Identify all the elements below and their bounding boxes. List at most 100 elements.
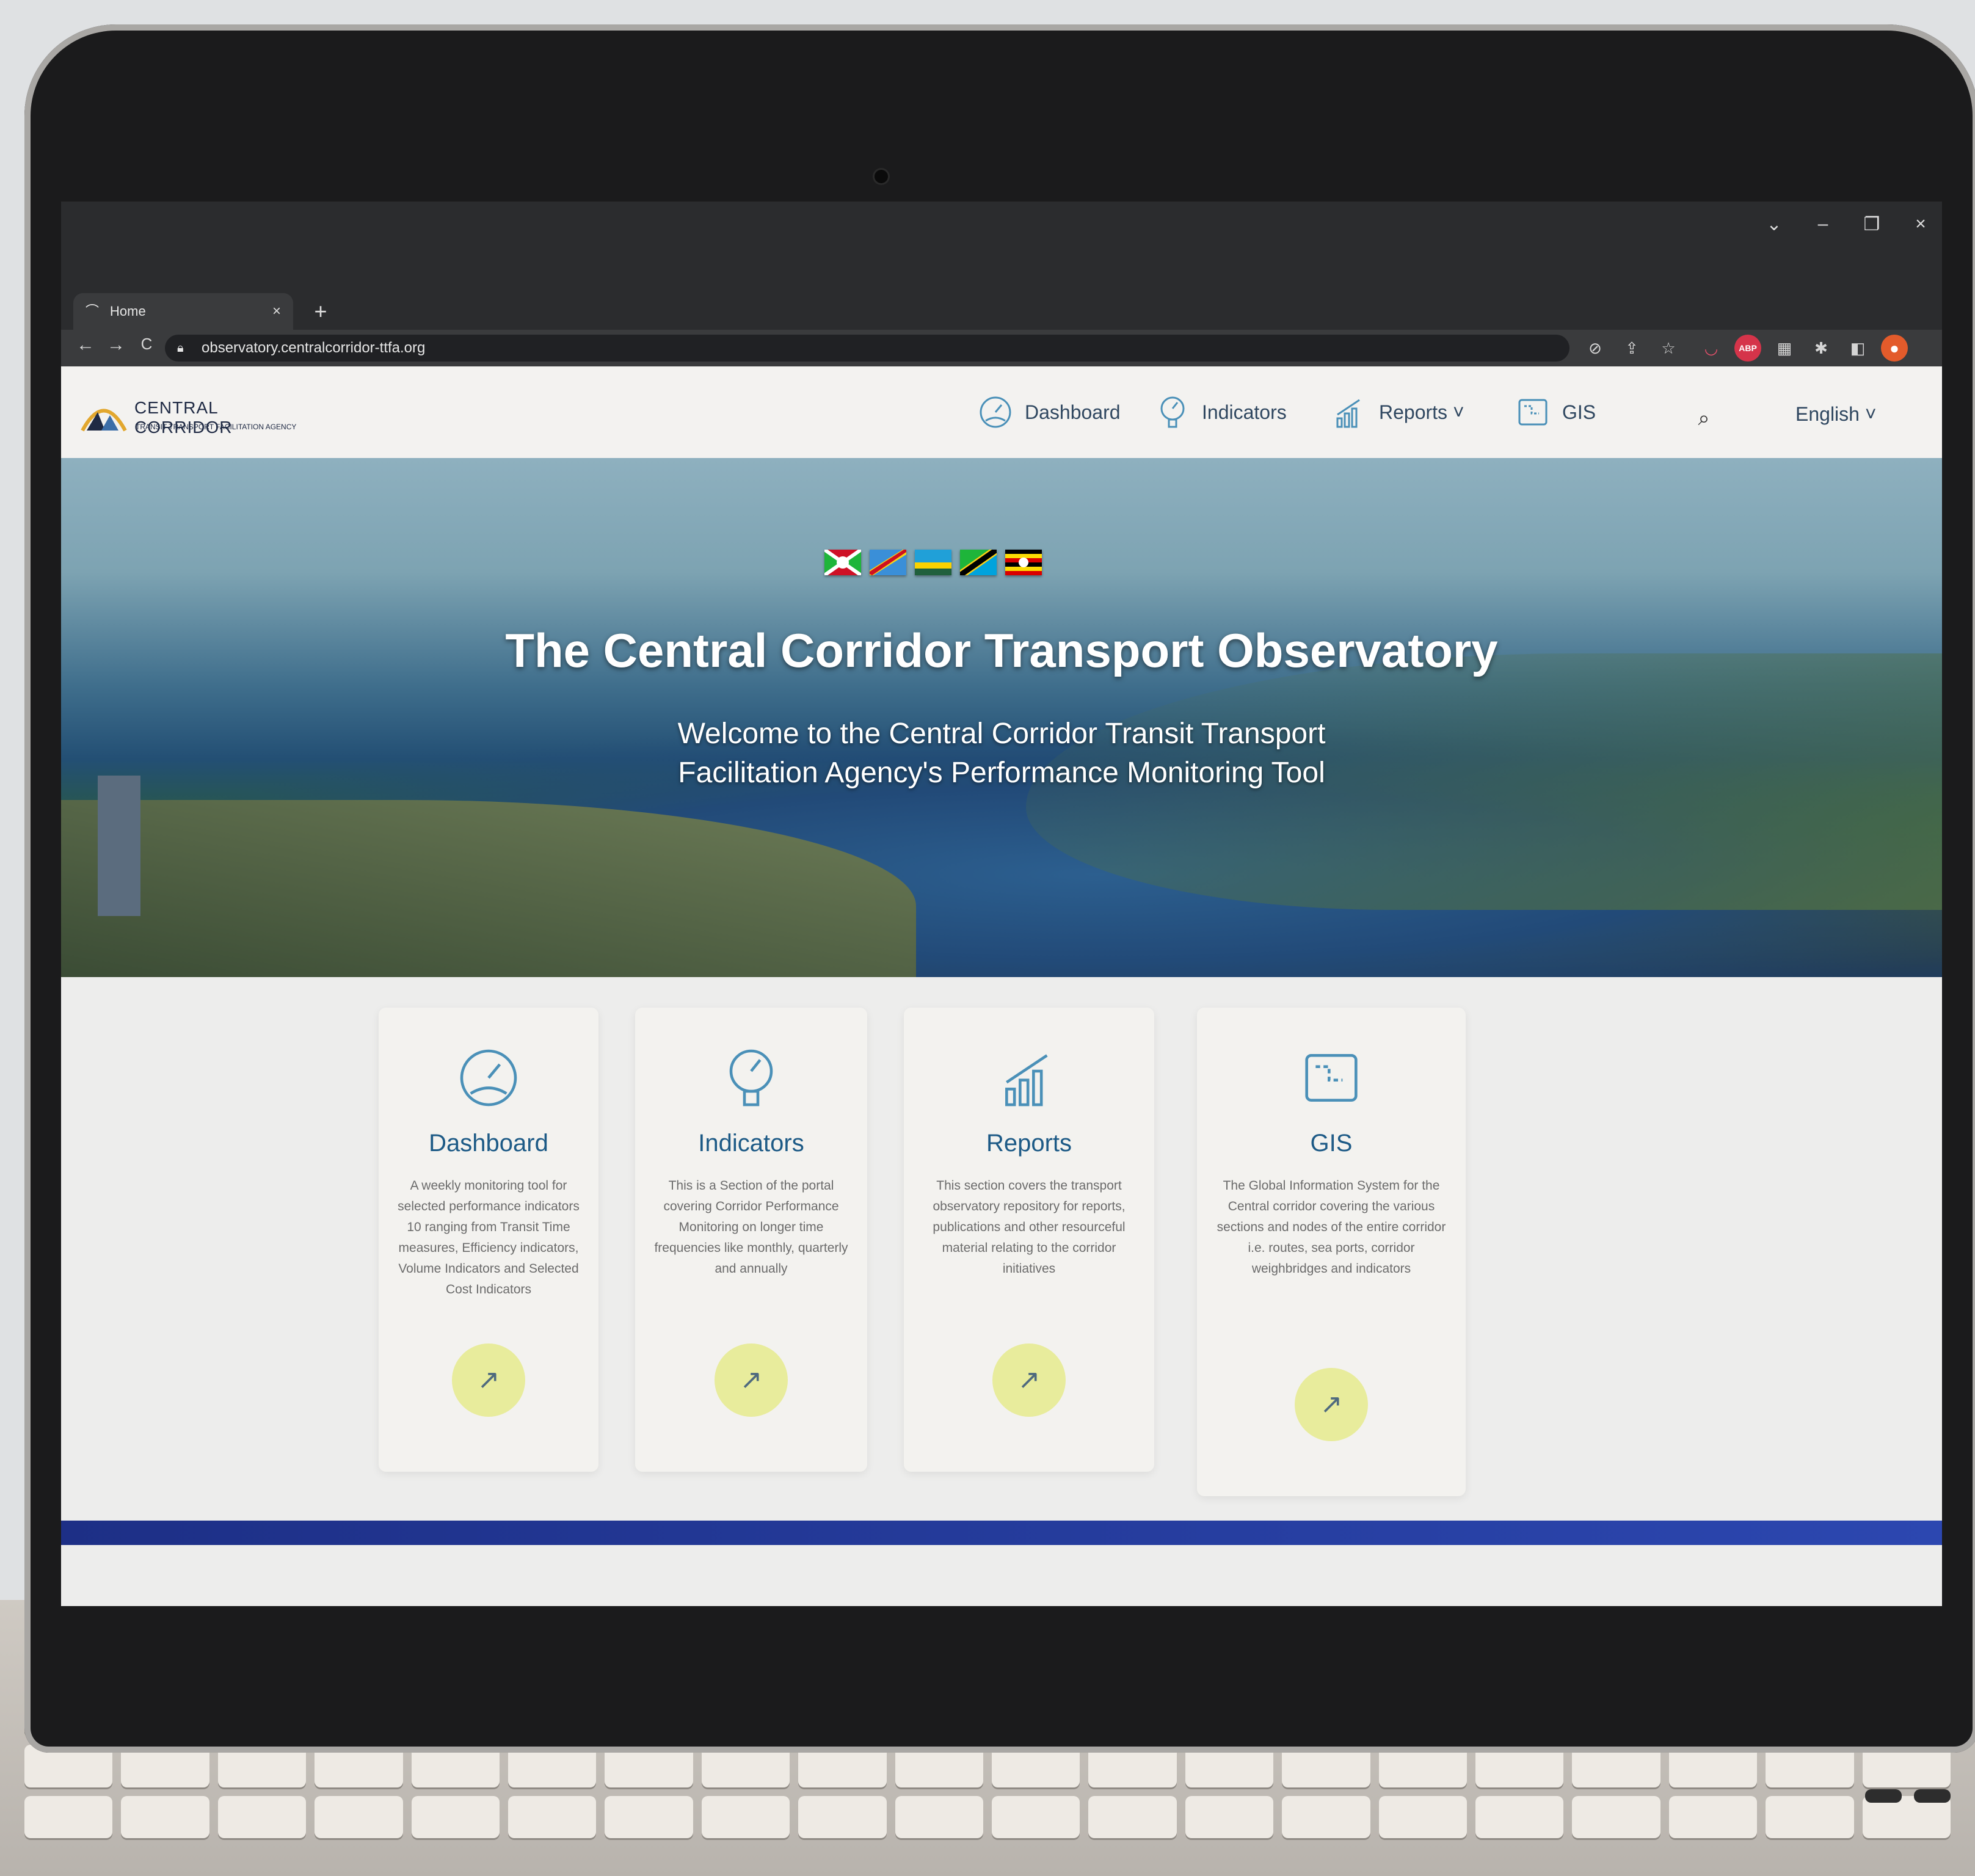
- star-icon[interactable]: ☆: [1655, 335, 1682, 362]
- open-arrow-button[interactable]: ↗: [452, 1343, 525, 1417]
- keyboard-key: [217, 1795, 307, 1838]
- open-arrow-button[interactable]: ↗: [992, 1343, 1066, 1417]
- new-tab-button[interactable]: +: [305, 293, 336, 330]
- keyboard-key: [1572, 1795, 1660, 1838]
- card-gis[interactable]: GIS The Global Information System for th…: [1197, 1008, 1466, 1496]
- feature-cards: Dashboard A weekly monitoring tool for s…: [379, 1008, 1478, 1496]
- keyboard-key: [1282, 1795, 1370, 1838]
- card-description: The Global Information System for the Ce…: [1217, 1179, 1446, 1276]
- gis-map-icon: [1305, 1054, 1358, 1102]
- profile-icon[interactable]: ●: [1881, 335, 1908, 362]
- hero-subtitle-line: Welcome to the Central Corridor Transit …: [677, 718, 1326, 750]
- hero-subtitle: Welcome to the Central Corridor Transit …: [61, 714, 1942, 793]
- card-title: GIS: [1310, 1130, 1353, 1157]
- card-description: This is a Section of the portal covering…: [654, 1179, 848, 1276]
- card-indicators[interactable]: Indicators This is a Section of the port…: [635, 1008, 867, 1472]
- tab-list-icon[interactable]: ⌄: [1759, 214, 1789, 235]
- adblock-icon[interactable]: ABP: [1734, 335, 1761, 362]
- keyboard-key: [798, 1795, 887, 1838]
- reports-chart-icon: [1336, 399, 1360, 428]
- puzzle-icon[interactable]: ✱: [1808, 335, 1835, 362]
- card-description: A weekly monitoring tool for selected pe…: [398, 1179, 580, 1296]
- laptop-screen: ⌄ – ❐ × ⌒ Home × + ← → C 🔒︎ observatory.…: [61, 202, 1942, 1606]
- lock-icon: 🔒︎: [177, 341, 184, 355]
- logo-subtitle: TRANSIT TRANSPORT FACILITATION AGENCY: [136, 423, 297, 431]
- sidepanel-icon[interactable]: ◧: [1844, 335, 1871, 362]
- url-text: observatory.centralcorridor-ttfa.org: [202, 340, 426, 356]
- keyboard-key: [24, 1795, 113, 1838]
- nav-reports[interactable]: Reports ˅: [1331, 394, 1464, 431]
- browser-chrome: ⌄ – ❐ × ⌒ Home × + ← → C 🔒︎ observatory.…: [61, 202, 1942, 366]
- hero-building-image: [98, 776, 140, 916]
- usb-port: [1914, 1789, 1951, 1803]
- card-title: Reports: [986, 1130, 1072, 1157]
- tab-close-icon[interactable]: ×: [272, 293, 281, 330]
- keyboard-key: [1668, 1795, 1758, 1838]
- keyboard-key: [1378, 1795, 1467, 1838]
- keyboard-key: [895, 1795, 983, 1838]
- dashboard-gauge-icon: [980, 396, 1011, 428]
- webcam: [875, 170, 888, 183]
- search-icon[interactable]: ⌕: [1686, 400, 1722, 437]
- address-bar[interactable]: 🔒︎ observatory.centralcorridor-ttfa.org: [165, 335, 1569, 362]
- usb-port: [1865, 1789, 1902, 1803]
- keyboard-key: [1475, 1795, 1564, 1838]
- open-arrow-button[interactable]: ↗: [1295, 1368, 1368, 1441]
- open-arrow-button[interactable]: ↗: [715, 1343, 788, 1417]
- indicators-meter-icon: [729, 1049, 773, 1107]
- browser-tab-home[interactable]: ⌒ Home ×: [73, 293, 293, 330]
- logo-title: CENTRAL CORRIDOR: [134, 398, 233, 437]
- share-icon[interactable]: ⇪: [1618, 335, 1645, 362]
- nav-dashboard[interactable]: Dashboard: [977, 394, 1121, 431]
- keyboard-key: [1185, 1795, 1274, 1838]
- pocket-icon[interactable]: ◡: [1698, 335, 1725, 362]
- eye-off-icon[interactable]: ⊘: [1582, 335, 1609, 362]
- keyboard-key: [411, 1795, 500, 1838]
- reload-icon[interactable]: C: [134, 335, 159, 354]
- nav-gis[interactable]: GIS: [1515, 394, 1596, 431]
- keyboard-key: [701, 1795, 790, 1838]
- hero-title: The Central Corridor Transport Observato…: [505, 624, 1498, 677]
- keyboard-key: [121, 1795, 209, 1838]
- logo-mark-icon: [81, 409, 127, 432]
- nav-label: GIS: [1562, 401, 1596, 423]
- nav-label: Dashboard: [1025, 401, 1121, 423]
- footer-bar: [61, 1521, 1942, 1545]
- forward-icon[interactable]: →: [104, 335, 128, 355]
- card-description: This section covers the transport observ…: [933, 1179, 1126, 1276]
- language-selector[interactable]: English ˅: [1795, 403, 1877, 426]
- card-reports[interactable]: Reports This section covers the transpor…: [904, 1008, 1154, 1472]
- card-dashboard[interactable]: Dashboard A weekly monitoring tool for s…: [379, 1008, 598, 1472]
- address-row: ← → C 🔒︎ observatory.centralcorridor-ttf…: [61, 330, 1942, 366]
- keyboard-key: [315, 1795, 403, 1838]
- flag-rwanda-icon: [915, 550, 951, 575]
- flag-tanzania-icon: [960, 550, 997, 575]
- card-title: Indicators: [698, 1130, 804, 1157]
- back-icon[interactable]: ←: [73, 335, 98, 355]
- country-flags: [824, 550, 1042, 575]
- card-title: Dashboard: [429, 1130, 548, 1157]
- flag-drc-icon: [870, 550, 906, 575]
- site-header: CENTRAL CORRIDOR TRANSIT TRANSPORT FACIL…: [61, 366, 1942, 458]
- dashboard-gauge-icon: [460, 1049, 517, 1107]
- flag-uganda-icon: [1005, 550, 1042, 575]
- site-logo[interactable]: CENTRAL CORRIDOR TRANSIT TRANSPORT FACIL…: [79, 391, 311, 440]
- keyboard-key: [507, 1795, 597, 1838]
- close-window-button[interactable]: ×: [1905, 214, 1936, 234]
- reports-chart-icon: [1005, 1054, 1048, 1107]
- minimize-button[interactable]: –: [1808, 214, 1838, 234]
- nav-indicators[interactable]: Indicators: [1154, 394, 1287, 431]
- tab-title: Home: [110, 304, 146, 319]
- keyboard-key: [605, 1795, 693, 1838]
- nav-label: Reports ˅: [1379, 401, 1464, 423]
- keyboard-key: [991, 1795, 1080, 1838]
- flag-burundi-icon: [824, 550, 861, 575]
- hero-subtitle-line: Facilitation Agency's Performance Monito…: [678, 757, 1325, 789]
- restore-button[interactable]: ❐: [1857, 214, 1887, 235]
- keyboard-key: [1088, 1795, 1177, 1838]
- extension-bar-icon[interactable]: ▦: [1771, 335, 1798, 362]
- hero-banner: The Central Corridor Transport Observato…: [61, 458, 1942, 977]
- favicon-icon: ⌒: [85, 304, 100, 319]
- nav-label: Indicators: [1202, 401, 1287, 423]
- gis-map-icon: [1518, 399, 1548, 426]
